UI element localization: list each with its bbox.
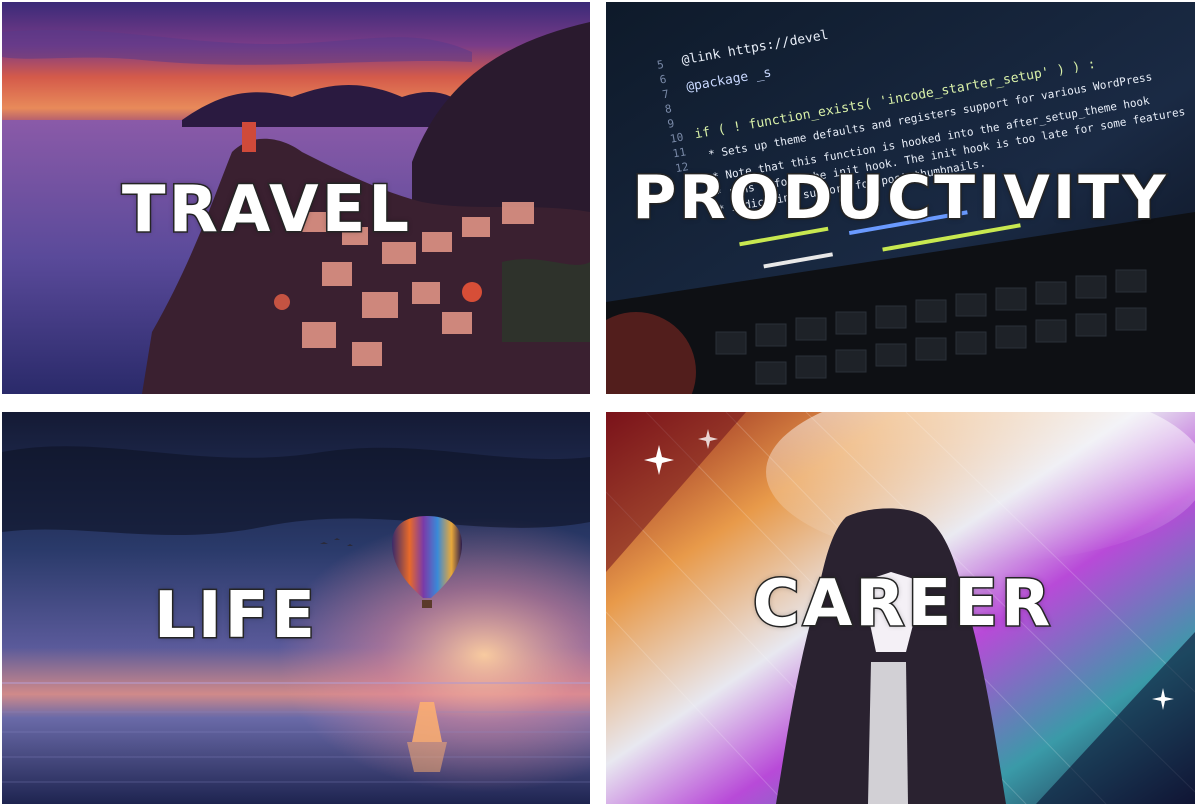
- tile-label-travel: TRAVEL: [120, 171, 413, 248]
- svg-text:10: 10: [669, 131, 684, 146]
- tile-career[interactable]: CAREER: [606, 412, 1195, 804]
- svg-text:11: 11: [672, 145, 687, 160]
- tile-travel[interactable]: TRAVEL: [2, 2, 590, 394]
- tile-productivity[interactable]: @link https://devel @package _s if ( ! f…: [606, 2, 1195, 394]
- tile-label-life: LIFE: [152, 577, 319, 654]
- tile-label-productivity: PRODUCTIVITY: [631, 162, 1169, 235]
- tile-life[interactable]: LIFE: [2, 412, 590, 804]
- tile-label-career: CAREER: [751, 566, 1054, 643]
